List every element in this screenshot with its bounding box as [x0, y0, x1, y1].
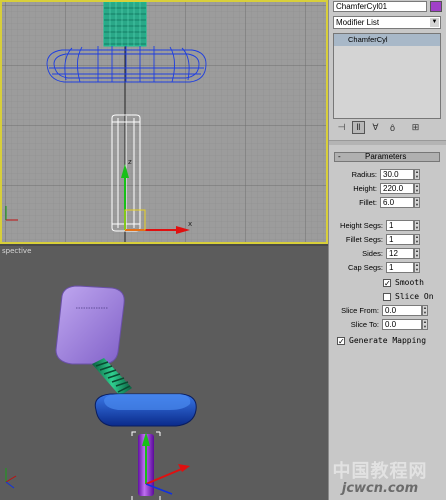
rollout-title: Parameters [365, 152, 407, 161]
fillet-row: Fillet: 6.0 ▲ ▼ [329, 197, 420, 208]
smooth-row: ✓ Smooth [383, 278, 424, 287]
slice-on-label: Slice On [395, 292, 434, 301]
perspective-viewport-canvas [0, 246, 328, 500]
height-segs-spinner[interactable]: ▲ ▼ [414, 220, 420, 231]
cap-segs-spinner[interactable]: ▲ ▼ [414, 262, 420, 273]
radius-label: Radius: [351, 170, 377, 179]
fillet-input[interactable]: 6.0 [380, 197, 414, 208]
slice-on-checkbox[interactable] [383, 292, 391, 301]
front-viewport-canvas: z x [2, 2, 326, 242]
spring-wireframe [103, 2, 147, 47]
slice-to-spinner[interactable]: ▲ ▼ [422, 319, 428, 330]
modifier-list-label: Modifier List [336, 18, 380, 27]
sides-row: Sides: 12 ▲ ▼ [329, 248, 420, 259]
fillet-label: Fillet: [359, 198, 377, 207]
modifier-stack[interactable]: ChamferCyl [333, 33, 441, 119]
slice-to-input[interactable]: 0.0 [382, 319, 422, 330]
stack-item-chamfercyl[interactable]: ChamferCyl [334, 34, 440, 46]
watermark: 中国教程网 jcwcn.com [316, 462, 444, 498]
front-viewport[interactable]: z x [0, 0, 328, 244]
object-name-field[interactable]: ChamferCyl01 [333, 1, 427, 12]
configure-sets-icon[interactable]: ⊞ [409, 121, 422, 134]
height-input[interactable]: 220.0 [380, 183, 414, 194]
radius-input[interactable]: 30.0 [380, 169, 414, 180]
height-row: Height: 220.0 ▲ ▼ [329, 183, 420, 194]
stack-toolbar: ⊣ Ⅱ ∀ ô ⊞ [335, 121, 422, 134]
height-spinner[interactable]: ▲ ▼ [414, 183, 420, 194]
height-label: Height: [353, 184, 377, 193]
fillet-segs-input[interactable]: 1 [386, 234, 414, 245]
perspective-viewport-label[interactable]: spective [0, 246, 33, 256]
smooth-checkbox[interactable]: ✓ [383, 278, 391, 287]
rollout-collapse-icon: - [338, 152, 341, 161]
show-end-result-icon[interactable]: Ⅱ [352, 121, 365, 134]
chevron-down-icon: ▼ [430, 18, 439, 27]
slice-from-spinner[interactable]: ▲ ▼ [422, 305, 428, 316]
fillet-segs-spinner[interactable]: ▲ ▼ [414, 234, 420, 245]
chair-seat [94, 393, 197, 427]
command-panel: ChamferCyl01 Modifier List ▼ ChamferCyl … [328, 0, 446, 500]
radius-row: Radius: 30.0 ▲ ▼ [329, 169, 420, 180]
object-color-swatch[interactable] [430, 1, 442, 12]
svg-text:x: x [188, 220, 192, 228]
slice-to-label: Slice To: [350, 320, 379, 329]
sides-spinner[interactable]: ▲ ▼ [414, 248, 420, 259]
height-segs-row: Height Segs: 1 ▲ ▼ [329, 220, 420, 231]
generate-mapping-label: Generate Mapping [349, 336, 427, 345]
slice-from-label: Slice From: [341, 306, 379, 315]
perspective-viewport[interactable]: spective [0, 246, 328, 500]
radius-spinner[interactable]: ▲ ▼ [414, 169, 420, 180]
cap-segs-row: Cap Segs: 1 ▲ ▼ [329, 262, 420, 273]
chair-back [55, 285, 125, 365]
slice-from-row: Slice From: 0.0 ▲ ▼ [329, 305, 428, 316]
height-segs-label: Height Segs: [340, 221, 383, 230]
pin-stack-icon[interactable]: ⊣ [335, 121, 348, 134]
sides-input[interactable]: 12 [386, 248, 414, 259]
fillet-segs-label: Fillet Segs: [345, 235, 383, 244]
cap-segs-input[interactable]: 1 [386, 262, 414, 273]
watermark-top: 中国教程网 [332, 461, 428, 482]
svg-text:z: z [128, 158, 132, 166]
make-unique-icon[interactable]: ∀ [369, 121, 382, 134]
remove-modifier-icon[interactable]: ô [386, 121, 399, 134]
modifier-list-dropdown[interactable]: Modifier List ▼ [333, 16, 441, 29]
generate-mapping-checkbox[interactable]: ✓ [337, 336, 345, 345]
slice-on-row: Slice On [383, 292, 445, 301]
fillet-segs-row: Fillet Segs: 1 ▲ ▼ [329, 234, 420, 245]
generate-mapping-row: ✓ Generate Mapping [337, 336, 426, 345]
height-segs-input[interactable]: 1 [386, 220, 414, 231]
cap-segs-label: Cap Segs: [347, 263, 383, 272]
slice-from-input[interactable]: 0.0 [382, 305, 422, 316]
panel-divider [329, 140, 446, 145]
smooth-label: Smooth [395, 278, 424, 287]
fillet-spinner[interactable]: ▲ ▼ [414, 197, 420, 208]
watermark-bottom: jcwcn.com [341, 481, 419, 496]
sides-label: Sides: [362, 249, 383, 258]
parameters-rollout-header[interactable]: - Parameters [334, 152, 440, 162]
slice-to-row: Slice To: 0.0 ▲ ▼ [329, 319, 428, 330]
